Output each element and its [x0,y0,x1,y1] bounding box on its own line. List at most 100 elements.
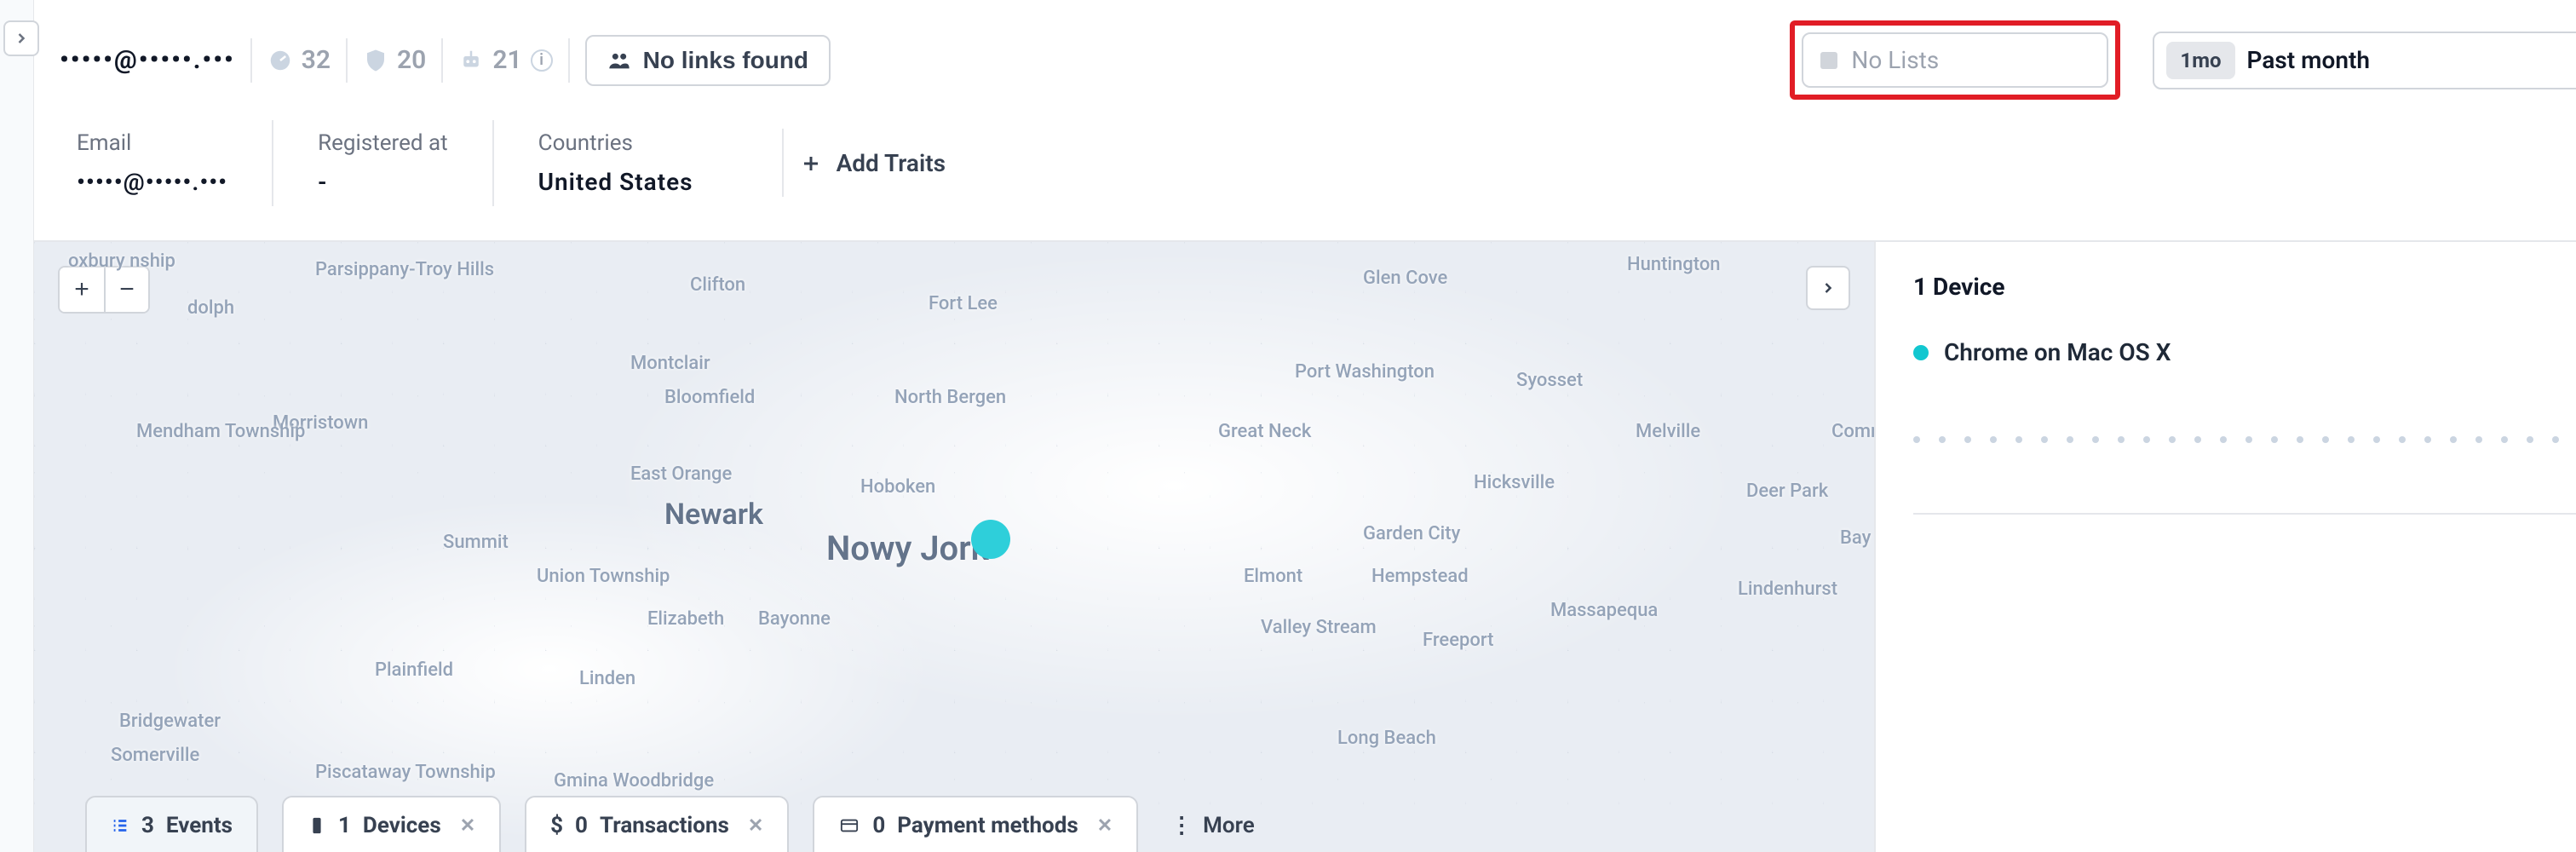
tab-transactions[interactable]: $ 0 Transactions ✕ [525,796,789,852]
timeline-tick [2220,436,2227,443]
timeline-tick [2552,436,2559,443]
stat-shield[interactable]: 20 [363,45,426,75]
tab-close-button[interactable]: ✕ [453,815,475,837]
timeline-tick [1939,436,1946,443]
tab-events[interactable]: 3 Events [85,796,258,852]
kebab-icon: ⋮ [1170,813,1194,838]
no-links-button[interactable]: No links found [585,35,831,86]
map-town-label: Valley Stream [1261,617,1377,638]
map-town-label: Hempstead [1371,566,1469,587]
no-links-label: No links found [643,47,808,74]
trait-registered: Registered at - [318,120,494,206]
tab-label: Payment methods [897,813,1078,838]
trait-value: •••••@•••••.••• [77,168,227,196]
map-town-label: Mendham Township [136,421,305,442]
divider [1913,513,2576,515]
map-label-nowy-jork: Nowy Jork [826,528,989,568]
map-town-label: Somerville [111,745,199,766]
range-badge: 1mo [2166,42,2234,79]
trait-value: - [318,168,448,196]
map-town-label: Bay S [1840,527,1874,549]
map-town-label: Massapequa [1550,600,1658,621]
gauge-icon [267,48,293,73]
body-split: + − Nowy Jork Newark Parsippany-Troy Hil… [34,240,2576,852]
tab-close-button[interactable]: ✕ [1090,815,1113,837]
tab-label: Events [166,813,233,838]
map-town-label: Montclair [630,353,710,374]
map-town-label: Gmina Woodbridge [554,770,714,792]
timeline-tick [1913,436,1920,443]
timeline-tick [2424,436,2431,443]
info-icon[interactable]: i [531,49,553,72]
timeline-tick [2348,436,2355,443]
lists-dropdown-highlight: No Lists [1790,20,2120,100]
date-range-selector[interactable]: 1mo Past month [2153,32,2576,89]
stat-value: 32 [302,45,331,75]
device-name: Chrome on Mac OS X [1944,338,2576,366]
shield-icon [363,48,388,73]
map-town-label: dolph [187,297,234,319]
tab-count: 0 [872,813,885,838]
tab-close-button[interactable]: ✕ [741,815,763,837]
map-town-label: oxbury nship [68,250,175,272]
map-town-label: Bayonne [758,608,831,630]
zoom-out-button[interactable]: − [104,268,148,312]
zoom-in-button[interactable]: + [60,268,104,312]
map-town-label: Piscataway Township [315,762,496,783]
topbar: •••••@•••••.••• 32 20 21 [34,0,2576,120]
devices-pane: 1 Device Chrome on Mac OS X 32 20 21 [1876,242,2576,852]
timeline-tick [2475,436,2482,443]
map-pane[interactable]: + − Nowy Jork Newark Parsippany-Troy Hil… [34,242,1874,852]
map-town-label: Port Washington [1295,361,1435,383]
add-traits-button[interactable]: Add Traits [784,120,946,177]
timeline-tick [2041,436,2048,443]
map-town-label: Deer Park [1746,481,1828,502]
map-town-label: Elmont [1244,566,1302,587]
tab-more-button[interactable]: ⋮ More [1162,797,1263,852]
traits-row: Email •••••@•••••.••• Registered at - Co… [34,120,2576,240]
timeline-tick [2245,436,2252,443]
status-dot-icon [1913,345,1929,360]
timeline-tick [2169,436,2176,443]
timeline-tick [2322,436,2329,443]
bot-icon [458,48,484,73]
tab-payment-methods[interactable]: 0 Payment methods ✕ [813,796,1138,852]
timeline-tick [2373,436,2380,443]
checkbox-placeholder-icon [1820,52,1837,69]
map-town-label: Melville [1636,421,1700,442]
stat-value: 20 [397,45,426,75]
divider [441,38,443,83]
tab-count: 0 [575,813,588,838]
devices-title: 1 Device [1913,273,2576,301]
timeline-tick [1990,436,1997,443]
device-timeline[interactable] [1913,417,2576,462]
stat-gauge[interactable]: 32 [267,45,331,75]
main-content: •••••@•••••.••• 32 20 21 [34,0,2576,852]
timeline-tick [2118,436,2125,443]
range-label: Past month [2247,46,2576,74]
map-town-label: Comma [1831,421,1874,442]
dollar-icon: $ [550,813,563,838]
stat-bot[interactable]: 21 i [458,45,552,75]
card-icon [838,816,860,835]
trait-email: Email •••••@•••••.••• [77,120,273,206]
device-icon [308,816,326,835]
divider [250,38,252,83]
map-town-label: East Orange [630,463,732,485]
map-town-label: Elizabeth [647,608,724,630]
tab-count: 3 [141,813,154,838]
device-row[interactable]: Chrome on Mac OS X 32 20 21 [1913,338,2576,366]
list-icon [111,816,129,835]
map-next-button[interactable] [1806,266,1850,310]
lists-dropdown[interactable]: No Lists [1802,32,2108,88]
tab-devices[interactable]: 1 Devices ✕ [282,796,501,852]
map-marker[interactable] [971,520,1010,559]
map-town-label: Parsippany-Troy Hills [315,259,494,280]
divider [568,38,570,83]
timeline-tick [2015,436,2022,443]
trait-label: Email [77,130,227,156]
user-identifier: •••••@•••••.••• [60,45,235,75]
map-town-label: Syosset [1516,370,1583,391]
more-label: More [1203,813,1255,838]
map-town-label: Garden City [1363,523,1460,544]
